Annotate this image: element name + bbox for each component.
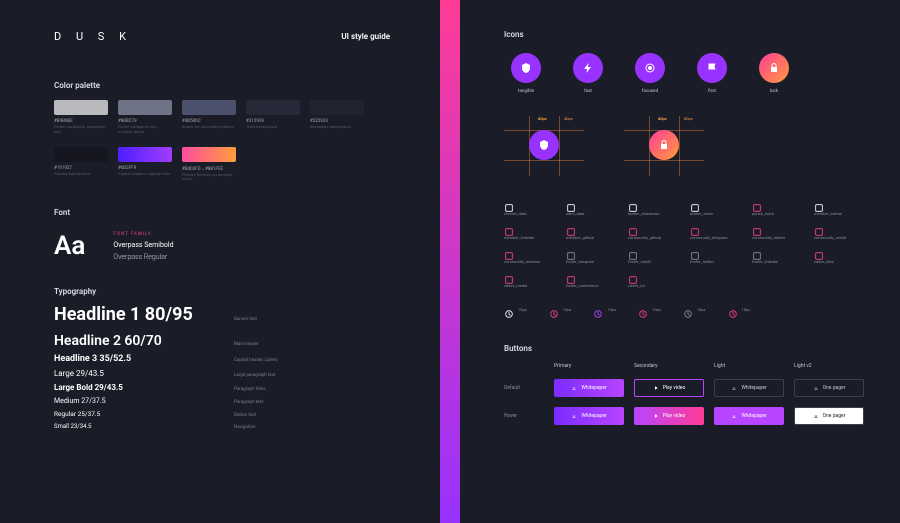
btn-primary-hover[interactable]: Whitepaper: [554, 407, 624, 425]
icon-spec-row: 60px 40px 20px 30px 60px 40px: [504, 116, 900, 176]
right-panel: Icons tangible fast focused first lock 60px …: [460, 0, 900, 523]
color-swatch: #222933Secondary background: [310, 100, 364, 135]
row-label-hover: Hover: [504, 413, 544, 419]
big-icons-row: tangible fast focused first lock: [504, 53, 900, 94]
typo-row: Headline 1 80/95Banner text: [54, 304, 440, 325]
button_download-icon: button_download: [628, 198, 676, 216]
typography-list: Headline 1 80/95Banner text Headline 2 60…: [54, 304, 440, 430]
btn-light2-hover[interactable]: One pager: [794, 407, 864, 425]
focused-icon: focused: [628, 53, 672, 94]
community_twitter-icon: community_twitter: [752, 222, 800, 240]
icon-state: 10px: [549, 304, 572, 314]
community_medium-icon: community_medium: [504, 246, 552, 264]
col-primary: Primary: [554, 363, 624, 369]
btn-light-default[interactable]: Whitepaper: [714, 379, 784, 397]
tangible-icon: tangible: [504, 53, 548, 94]
color-swatch: #88BC79Footer navigation line, member na…: [118, 100, 172, 135]
dim-label: 60px: [684, 116, 693, 121]
typo-row: Regular 25/37.5Button text: [54, 410, 440, 418]
row-label-default: Default: [504, 385, 544, 391]
button-row-hover: Hover Whitepaper Play video Whitepaper O…: [504, 407, 900, 425]
section-icons-heading: Icons: [504, 30, 900, 39]
icon-state: 10px: [593, 304, 616, 314]
dim-label: 40px: [564, 116, 573, 121]
color-swatch: #4B506CBorder for secondary buttons: [182, 100, 236, 135]
footer_reddit-icon: footer_reddit: [628, 246, 676, 264]
color-swatch: #B9B9BEFooter navigation, paragraph text: [54, 100, 108, 135]
receive_data-icon: receive_data: [504, 198, 552, 216]
font-regular: Overpass Regular: [113, 253, 173, 261]
col-light: Light: [714, 363, 784, 369]
community_reddit-icon: community_reddit: [814, 222, 862, 240]
color-swatch: #B403FD→#881FEEPrimary buttons, communit…: [182, 147, 236, 183]
button_video-icon: button_video: [690, 198, 738, 216]
cases_media-icon: cases_media: [504, 270, 552, 288]
font-semibold: Overpass Semibold: [113, 241, 173, 249]
color-swatch: #191927Primary background: [54, 147, 108, 183]
footer_telegram-icon: footer_telegram: [566, 246, 614, 264]
footer_twitter-icon: footer_twitter: [690, 246, 738, 264]
button-columns: Primary Secondary Light Light v2: [504, 363, 900, 369]
icon-state: 10px: [638, 304, 661, 314]
col-secondary: Secondary: [634, 363, 704, 369]
palette-row-1: #B9B9BEFooter navigation, paragraph text…: [54, 100, 440, 135]
font-sample: Aa: [54, 231, 85, 261]
lock-icon: lock: [752, 53, 796, 94]
typo-row: Small 23/34.5Navigation: [54, 423, 440, 430]
member_github-icon: member_github: [566, 222, 614, 240]
btn-primary-default[interactable]: Whitepaper: [554, 379, 624, 397]
member_linkedin-icon: member_linkedin: [504, 222, 552, 240]
footer_conference-icon: footer_conference: [566, 270, 614, 288]
dim-label: 20px: [538, 116, 547, 121]
font-meta: FONT FAMILY Overpass Semibold Overpass R…: [113, 232, 173, 261]
icon-grid: receive_data send_data button_download butt…: [504, 198, 874, 288]
cases_iot-icon: cases_iot: [628, 270, 676, 288]
icon-state: 10px: [728, 304, 751, 314]
icon-state-row: 10px 10px 10px 10px 10px 10px: [504, 304, 900, 314]
typo-row: Large Bold 29/43.5Paragraph titles: [54, 383, 440, 392]
typo-row: Headline 2 60/70Main header: [54, 333, 440, 349]
font-row: Aa FONT FAMILY Overpass Semibold Overpas…: [54, 231, 440, 261]
icon-state: 10px: [683, 304, 706, 314]
btn-secondary-hover[interactable]: Play video: [634, 407, 704, 425]
buttons-area: Buttons Primary Secondary Light Light v2…: [504, 344, 900, 425]
fast-icon: fast: [566, 53, 610, 94]
section-buttons-heading: Buttons: [504, 344, 900, 353]
icon-state: 10px: [504, 304, 527, 314]
cases_files-icon: cases_files: [814, 246, 862, 264]
section-font-heading: Font: [54, 208, 440, 217]
send_data-icon: send_data: [566, 198, 614, 216]
community_github-icon: community_github: [628, 222, 676, 240]
icon-spec-grad: 30px 60px 40px: [624, 116, 704, 176]
gradient-divider: [440, 0, 460, 523]
member_button-icon: member_button: [814, 198, 862, 216]
typo-row: Headline 3 35/52.5Capital header, Labels: [54, 354, 440, 364]
button-row-default: Default Whitepaper Play video Whitepaper…: [504, 379, 900, 397]
typo-row: Large 29/43.5Large paragraph text: [54, 369, 440, 378]
btn-secondary-default[interactable]: Play video: [634, 379, 704, 397]
palette-row-2: #191927Primary background #6B3FF9Capital …: [54, 147, 440, 183]
footer_linkedin-icon: footer_linkedin: [752, 246, 800, 264]
page-title: UI style guide: [341, 32, 390, 41]
color-swatch: #6B3FF9Capital headers, highlight line: [118, 147, 172, 183]
color-swatch: #312939Third background: [246, 100, 300, 135]
icon-spec-purple: 60px 40px 20px: [504, 116, 584, 176]
btn-light2-default[interactable]: One pager: [794, 379, 864, 397]
section-palette-heading: Color palette: [54, 81, 440, 90]
btn-light-hover[interactable]: Whitepaper: [714, 407, 784, 425]
dim-label: 40px: [658, 116, 667, 121]
font-family-label: FONT FAMILY: [113, 232, 173, 237]
punch_mark-icon: punch_mark: [752, 198, 800, 216]
first-icon: first: [690, 53, 734, 94]
community_telegram-icon: community_telegram: [690, 222, 738, 240]
col-light-v2: Light v2: [794, 363, 864, 369]
left-panel: D U S K UI style guide Color palette #B9…: [0, 0, 440, 523]
typo-row: Medium 27/37.5Paragraph text: [54, 397, 440, 405]
section-typography-heading: Typography: [54, 287, 440, 296]
